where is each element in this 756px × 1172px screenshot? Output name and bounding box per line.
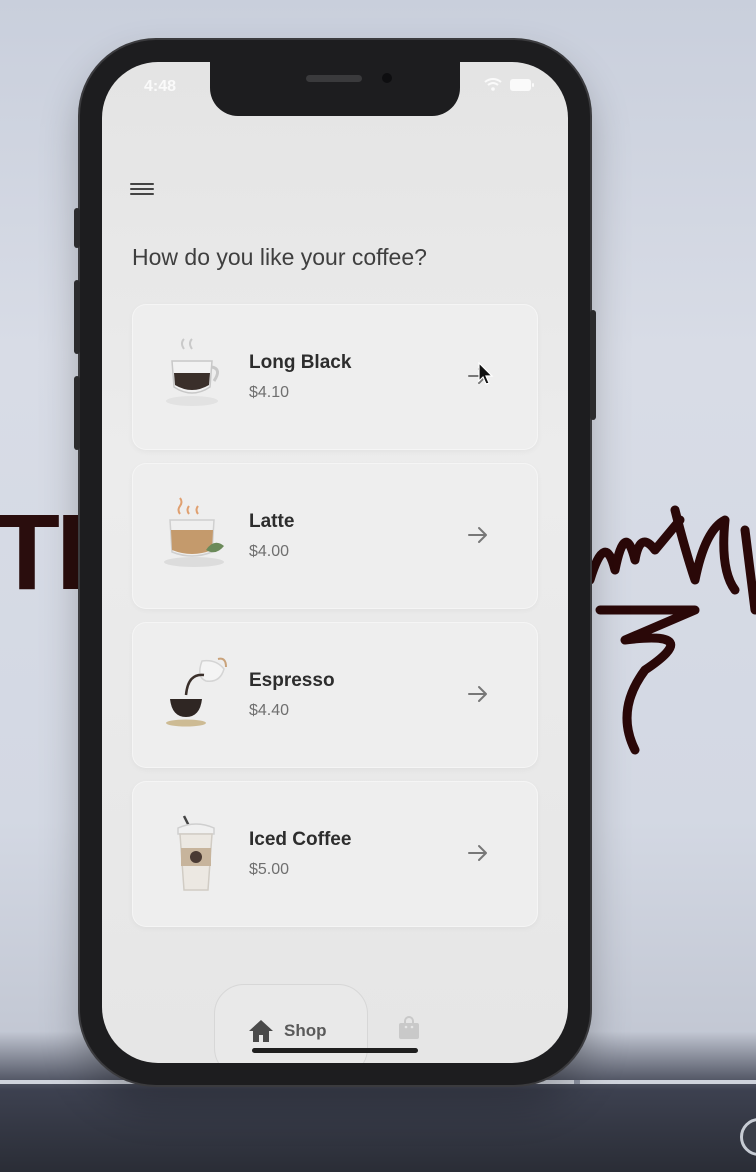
- notch: [210, 62, 460, 116]
- product-name: Long Black: [249, 352, 352, 373]
- home-indicator[interactable]: [252, 1048, 418, 1053]
- mouse-cursor-icon: [478, 362, 494, 385]
- app-screen: 4:48 How do you like your coffee? Long B…: [102, 62, 568, 1063]
- phone-frame: 4:48 How do you like your coffee? Long B…: [74, 40, 596, 1085]
- video-control-button[interactable]: [740, 1118, 756, 1156]
- shopping-bag-icon[interactable]: [398, 1016, 420, 1040]
- wifi-icon: [484, 78, 502, 91]
- nav-shop-label: Shop: [284, 1021, 327, 1040]
- product-price: $4.40: [249, 702, 290, 719]
- latte-cup-icon: [164, 497, 224, 567]
- page-question: How do you like your coffee?: [132, 244, 427, 270]
- product-price: $5.00: [249, 861, 290, 878]
- product-name: Latte: [249, 511, 295, 532]
- product-name: Espresso: [249, 670, 335, 691]
- product-card-iced-coffee[interactable]: Iced Coffee $5.00: [132, 781, 538, 927]
- iced-coffee-cup-icon: [177, 815, 215, 891]
- arrow-right-icon[interactable]: [466, 682, 490, 706]
- product-price: $4.10: [249, 384, 290, 401]
- long-black-cup-icon: [166, 338, 219, 406]
- home-icon: [249, 1020, 273, 1042]
- product-price: $4.00: [249, 543, 290, 560]
- product-card-espresso[interactable]: Espresso $4.40: [132, 622, 538, 768]
- arrow-right-icon[interactable]: [466, 841, 490, 865]
- product-card-latte[interactable]: Latte $4.00: [132, 463, 538, 609]
- status-time: 4:48: [144, 78, 177, 95]
- menu-icon[interactable]: [130, 180, 154, 200]
- battery-icon: [510, 78, 534, 91]
- background-handwriting: [585, 505, 756, 755]
- product-name: Iced Coffee: [249, 829, 352, 850]
- arrow-right-icon[interactable]: [466, 523, 490, 547]
- status-icons: [484, 78, 534, 91]
- espresso-pour-icon: [166, 657, 227, 727]
